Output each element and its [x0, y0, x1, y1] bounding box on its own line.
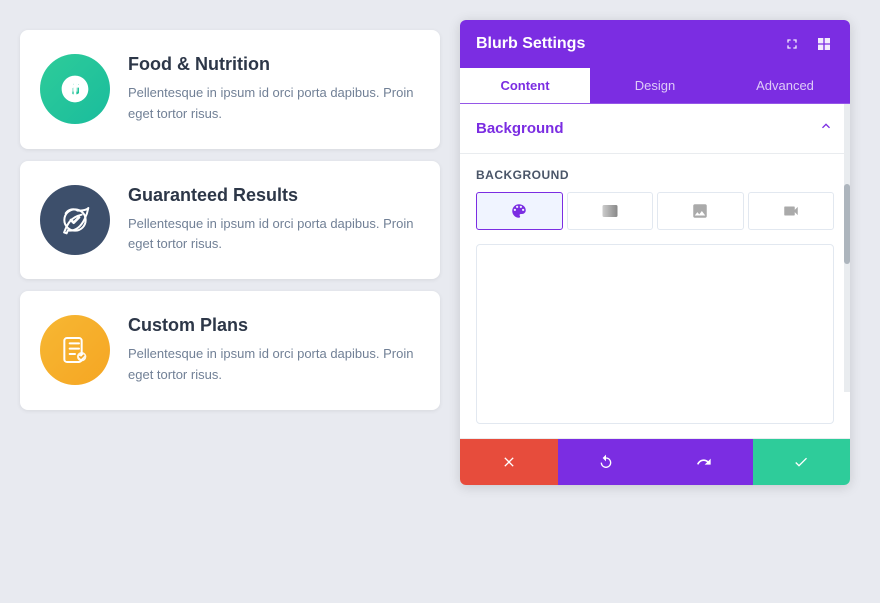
scrollbar-thumb[interactable]: [844, 184, 850, 264]
background-type-selector: [476, 192, 834, 230]
background-section-title: Background: [476, 120, 564, 137]
custom-plans-content: Custom Plans Pellentesque in ipsum id or…: [128, 315, 420, 386]
header-icons: [782, 34, 834, 54]
guaranteed-results-icon-wrapper: [40, 185, 110, 255]
grid-icon[interactable]: [814, 34, 834, 54]
blurb-card-custom-plans: Custom Plans Pellentesque in ipsum id or…: [20, 291, 440, 410]
bg-type-video-button[interactable]: [748, 192, 835, 230]
background-field-label: Background: [476, 168, 834, 182]
food-nutrition-content: Food & Nutrition Pellentesque in ipsum i…: [128, 54, 420, 125]
reset-button[interactable]: [558, 439, 656, 485]
custom-plans-icon: [59, 334, 91, 366]
settings-title: Blurb Settings: [476, 35, 585, 53]
background-section-header[interactable]: Background: [460, 104, 850, 154]
settings-header: Blurb Settings: [460, 20, 850, 68]
food-icon: [59, 73, 91, 105]
tab-design[interactable]: Design: [590, 68, 720, 103]
settings-panel: Blurb Settings Content Design Advanced B…: [460, 20, 850, 485]
color-preview[interactable]: [476, 244, 834, 424]
guaranteed-results-content: Guaranteed Results Pellentesque in ipsum…: [128, 185, 420, 256]
cancel-button[interactable]: [460, 439, 558, 485]
bg-type-image-button[interactable]: [657, 192, 744, 230]
redo-button[interactable]: [655, 439, 753, 485]
blurb-card-food-nutrition: Food & Nutrition Pellentesque in ipsum i…: [20, 30, 440, 149]
bg-type-gradient-button[interactable]: [567, 192, 654, 230]
scrollbar-track[interactable]: [844, 104, 850, 392]
settings-tabs: Content Design Advanced: [460, 68, 850, 104]
food-nutrition-icon-wrapper: [40, 54, 110, 124]
food-nutrition-text: Pellentesque in ipsum id orci porta dapi…: [128, 83, 420, 125]
custom-plans-icon-wrapper: [40, 315, 110, 385]
background-section: Background Background: [460, 104, 850, 438]
guaranteed-icon: [59, 204, 91, 236]
blurb-card-guaranteed-results: Guaranteed Results Pellentesque in ipsum…: [20, 161, 440, 280]
guaranteed-results-text: Pellentesque in ipsum id orci porta dapi…: [128, 214, 420, 256]
blurb-cards-panel: Food & Nutrition Pellentesque in ipsum i…: [20, 20, 440, 422]
bg-type-color-button[interactable]: [476, 192, 563, 230]
guaranteed-results-title: Guaranteed Results: [128, 185, 420, 206]
custom-plans-text: Pellentesque in ipsum id orci porta dapi…: [128, 344, 420, 386]
settings-body: Background Background: [460, 104, 850, 438]
tab-content[interactable]: Content: [460, 68, 590, 103]
custom-plans-title: Custom Plans: [128, 315, 420, 336]
save-button[interactable]: [753, 439, 851, 485]
tab-advanced[interactable]: Advanced: [720, 68, 850, 103]
settings-footer: [460, 438, 850, 485]
food-nutrition-title: Food & Nutrition: [128, 54, 420, 75]
background-options: Background: [460, 154, 850, 438]
section-collapse-icon[interactable]: [818, 118, 834, 139]
fullscreen-icon[interactable]: [782, 34, 802, 54]
